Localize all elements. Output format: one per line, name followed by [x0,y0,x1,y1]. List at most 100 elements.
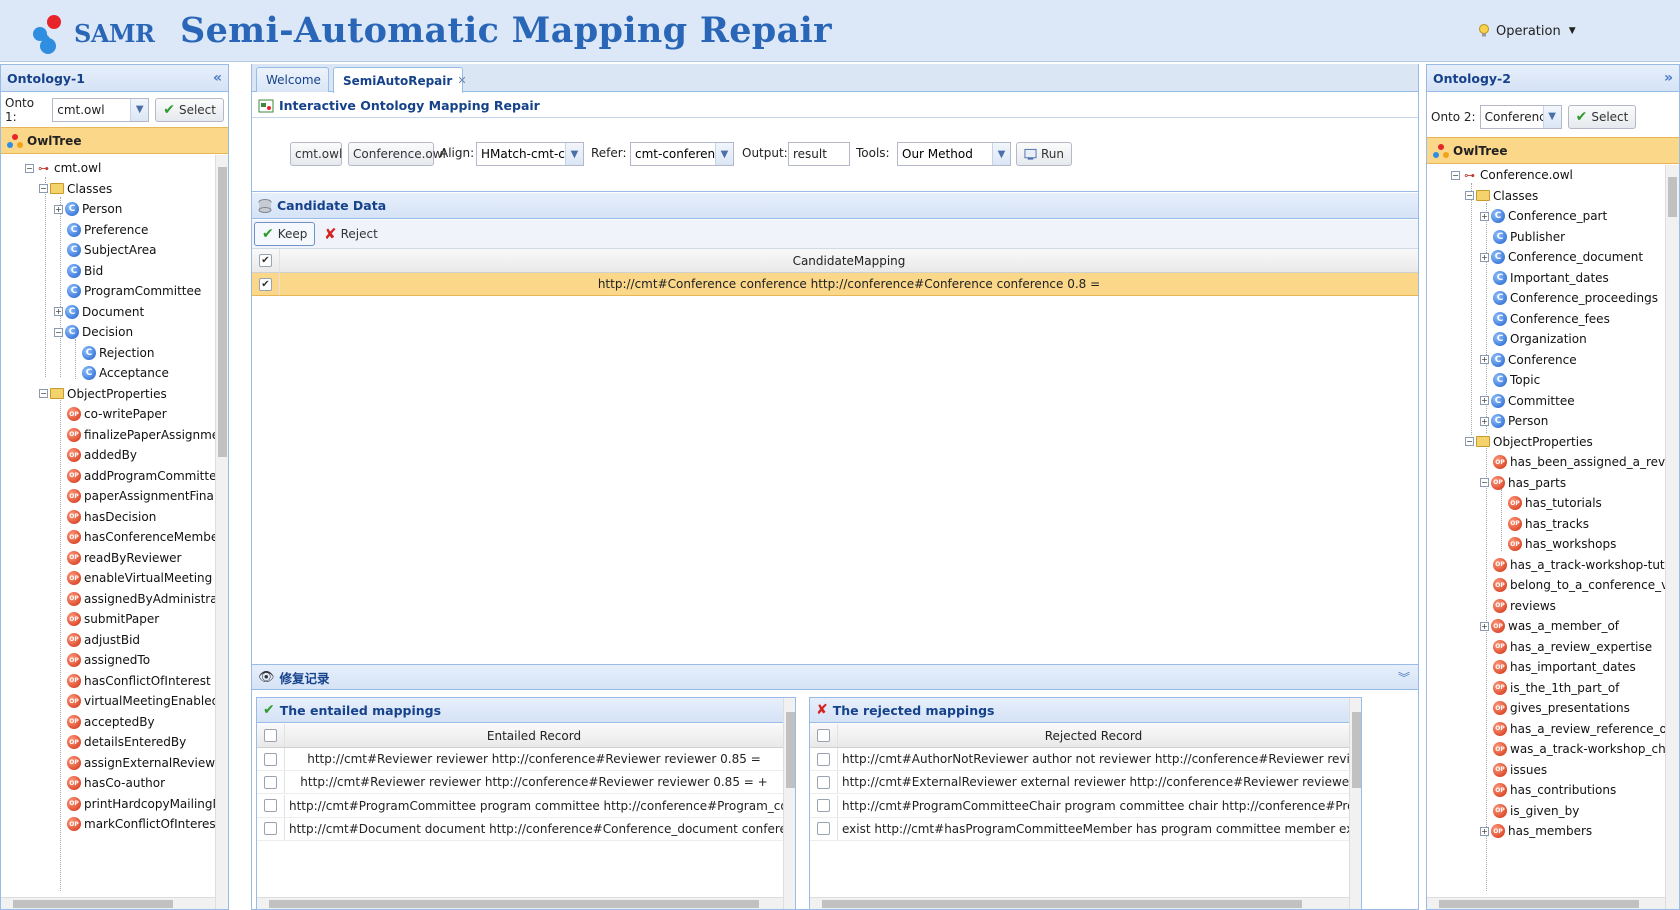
tree-node-property[interactable]: OPfinalizePaperAssignment [67,425,215,445]
scroll-thumb[interactable] [218,167,227,457]
tree-node-class[interactable]: + C Person [1480,411,1548,431]
tree-node-objectproperties[interactable]: − ObjectProperties [39,384,167,404]
tree-node-property[interactable]: OP has_been_assigned_a_revie [1493,452,1665,472]
scroll-thumb[interactable] [1439,900,1639,908]
tree-node-property[interactable]: OP has_a_review_reference_or [1493,719,1665,739]
table-row[interactable]: exist http://cmt#hasProgramCommitteeMemb… [810,817,1349,841]
tree-node-property[interactable]: OP belong_to_a_conference_vo [1493,575,1665,595]
table-row[interactable]: http://cmt#ProgramCommittee program comm… [257,794,783,818]
tree-node-property[interactable]: OP assignedTo [67,650,150,670]
tree-node-root[interactable]: − ⊶ Conference.owl [1451,165,1573,185]
tree-node-property[interactable]: OP markConflictOfInterest [67,814,215,834]
table-row[interactable]: http://cmt#Reviewer reviewer http://conf… [257,771,783,795]
onto2-file-button[interactable]: Conference.owl [348,142,446,166]
reject-button[interactable]: ✘ Reject [316,222,386,246]
tree-node-class[interactable]: C Acceptance [82,363,169,383]
tree-node-class[interactable]: C Conference_proceedings [1493,288,1658,308]
table-row[interactable]: http://cmt#ProgramCommitteeChair program… [810,794,1349,818]
tree-node-class[interactable]: − C Decision [54,322,133,342]
table-row[interactable]: http://cmt#AuthorNotReviewer author not … [810,748,1349,771]
tree-node-objectproperties[interactable]: − ObjectProperties [1465,432,1593,452]
row-checkbox[interactable] [264,775,277,789]
tree-node-class[interactable]: C Rejection [82,343,154,363]
tree-node-property[interactable]: OP assignExternalReviewer [67,753,215,773]
tree-node-class[interactable]: C Conference_fees [1493,309,1610,329]
tree-node-property[interactable]: OPprintHardcopyMailingManif [67,794,215,814]
tab-welcome[interactable]: Welcome [256,67,329,92]
tree-node-property[interactable]: OPassignedByAdministrator [67,589,215,609]
chevron-down-icon[interactable]: ▼ [1542,105,1561,128]
collapse-icon[interactable]: − [1465,437,1474,446]
tree-node-property[interactable]: OP acceptedBy [67,712,155,732]
tree-node-property[interactable]: OP addedBy [67,445,137,465]
tree-node-classes[interactable]: − Classes [39,179,112,199]
rejected-hscrollbar[interactable] [810,897,1349,909]
tree-node-class[interactable]: C Important_dates [1493,268,1609,288]
chevron-down-icon[interactable]: ▼ [992,143,1010,165]
tree-node-property[interactable]: OP hasCo-author [67,773,165,793]
row-checkbox[interactable] [264,822,277,836]
tree-node-property[interactable]: OP has_a_track-workshop-tuto [1493,555,1665,575]
column-header[interactable]: Rejected Record [838,729,1349,743]
tree-node-property[interactable]: OP adjustBid [67,630,140,650]
collapse-icon[interactable]: − [1465,191,1474,200]
expand-icon[interactable]: + [1480,621,1489,631]
table-row[interactable]: http://cmt#Reviewer reviewer http://conf… [257,748,783,771]
chevron-down-icon[interactable]: ▼ [565,143,583,165]
collapse-icon[interactable]: − [25,163,34,173]
tools-select[interactable]: Our Method ▼ [897,142,1011,166]
left-tree-hscrollbar[interactable] [1,897,215,909]
tree-node-property[interactable]: OP enableVirtualMeeting [67,568,212,588]
onto1-select-button[interactable]: ✔ Select [155,97,224,122]
onto2-select[interactable]: Conference.o ▼ [1479,104,1562,129]
select-all-checkbox[interactable]: ✔ [259,254,272,267]
run-button[interactable]: Run [1016,142,1072,166]
tree-node-property[interactable]: OP hasConferenceMember [67,527,215,547]
table-row[interactable]: http://cmt#Document document http://conf… [257,817,783,841]
row-checkbox[interactable] [817,752,830,766]
tree-node-class[interactable]: C Preference [67,220,148,240]
expand-icon[interactable]: + [1480,211,1489,221]
entailed-scrollbar[interactable] [783,698,795,909]
expand-icon[interactable]: + [1480,396,1489,405]
expand-icon[interactable]: + [1480,416,1489,426]
tree-node-property[interactable]: OP has_tracks [1508,514,1589,534]
scroll-thumb[interactable] [1352,712,1361,788]
tree-node-class[interactable]: C Bid [67,261,103,281]
expand-icon[interactable]: + [1480,826,1489,836]
right-tree-hscrollbar[interactable] [1427,897,1665,909]
expand-icon[interactable]: + [54,307,63,316]
tree-node-class[interactable]: C Topic [1493,370,1540,390]
tab-semiautorepair[interactable]: SemiAutoRepair ✕ [333,67,467,93]
entailed-hscrollbar[interactable] [257,897,783,909]
tree-node-class[interactable]: + C Person [54,199,122,219]
row-checkbox[interactable] [817,775,830,789]
tree-node-root[interactable]: − ⊶ cmt.owl [25,158,101,178]
tree-node-class[interactable]: C ProgramCommittee [67,281,201,301]
operation-menu[interactable]: Operation ▼ [1478,20,1576,42]
tree-node-property[interactable]: OPaddProgramCommitteeMem [67,466,215,486]
tree-node-class[interactable]: + C Conference_document [1480,247,1643,267]
tree-node-property[interactable]: OP submitPaper [67,609,159,629]
expand-icon[interactable]: + [1480,355,1489,364]
left-tree-scrollbar[interactable] [215,155,228,909]
table-row[interactable]: http://cmt#ExternalReviewer external rev… [810,771,1349,795]
tree-node-property[interactable]: OPpaperAssignmentFinalizedB [67,486,215,506]
tree-node-classes[interactable]: − Classes [1465,186,1538,206]
output-input[interactable]: result [788,142,850,166]
tree-node-property[interactable]: OP reviews [1493,596,1556,616]
collapse-icon[interactable]: − [1480,478,1489,487]
tree-node-property[interactable]: OPvirtualMeetingEnabledBy [67,691,215,711]
row-checkbox[interactable] [817,822,830,836]
scroll-thumb[interactable] [822,900,1302,908]
tree-node-class[interactable]: + C Conference [1480,350,1577,370]
tree-node-property[interactable]: OP is_given_by [1493,801,1579,821]
row-checkbox[interactable]: ✔ [259,277,272,291]
collapse-left-icon[interactable]: « [213,70,222,86]
row-checkbox[interactable] [817,799,830,813]
tree-node-property[interactable]: OP hasDecision [67,507,156,527]
tree-node-property[interactable]: + OP was_a_member_of [1480,616,1619,636]
onto1-file-button[interactable]: cmt.owl [290,142,342,166]
select-all-checkbox[interactable] [264,729,277,742]
expand-icon[interactable]: + [54,204,63,214]
